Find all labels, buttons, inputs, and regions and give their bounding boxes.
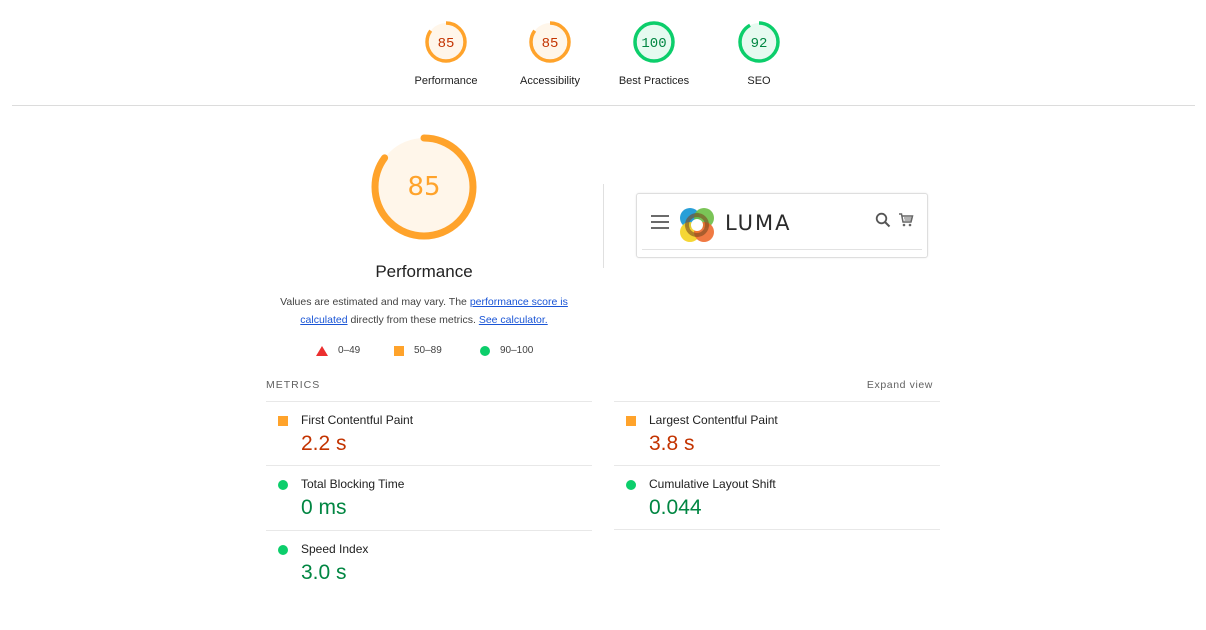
legend-pass: 90–100	[480, 345, 533, 356]
gauge-label: SEO	[747, 75, 771, 87]
category-scores-bar: 85 Performance 85 Accessibility 100 Best…	[0, 0, 1206, 105]
performance-score: 85	[407, 172, 440, 202]
header-underline	[642, 249, 922, 250]
metric-total-blocking-time: Total Blocking Time 0 ms	[266, 465, 592, 530]
metric-name: Largest Contentful Paint	[649, 413, 778, 427]
square-icon	[394, 345, 404, 356]
search-icon	[875, 212, 891, 228]
circle-icon	[278, 545, 288, 555]
square-icon	[626, 416, 636, 426]
gauge-label: Best Practices	[618, 75, 690, 87]
metric-speed-index: Speed Index 3.0 s	[266, 530, 592, 595]
see-calculator-link[interactable]: See calculator.	[479, 314, 548, 326]
metric-name: Total Blocking Time	[301, 477, 405, 491]
circle-icon	[278, 480, 288, 490]
metric-cumulative-layout-shift: Cumulative Layout Shift 0.044	[614, 465, 940, 530]
gauge-ring-best-practices: 100	[633, 21, 675, 63]
metric-value: 2.2 s	[301, 432, 347, 455]
metric-value: 0 ms	[301, 496, 347, 519]
gauge-best-practices[interactable]: 100 Best Practices	[609, 20, 699, 87]
desc-text: Values are estimated and may vary. The	[280, 296, 470, 308]
metrics-divider	[614, 529, 940, 530]
legend-range: 90–100	[500, 345, 534, 356]
metric-value: 3.8 s	[649, 432, 695, 455]
circle-icon	[626, 480, 636, 490]
page-screenshot-thumbnail[interactable]: LUMA	[636, 193, 928, 258]
gauge-score: 85	[542, 36, 559, 52]
gauge-score: 85	[438, 36, 455, 52]
metric-name: First Contentful Paint	[301, 413, 414, 427]
gauge-performance[interactable]: 85 Performance	[401, 20, 491, 87]
gauge-ring-accessibility: 85	[529, 21, 571, 63]
gauge-score: 92	[751, 36, 768, 52]
cart-icon	[899, 213, 914, 227]
expand-view-toggle[interactable]: Expand view	[820, 379, 933, 391]
gauge-score: 100	[641, 36, 666, 52]
performance-gauge-large: 85	[371, 134, 477, 240]
header-divider	[12, 105, 1195, 106]
performance-title: Performance	[375, 262, 473, 281]
metric-first-contentful-paint: First Contentful Paint 2.2 s	[266, 401, 592, 466]
metric-value: 3.0 s	[301, 561, 347, 584]
metric-name: Speed Index	[301, 542, 369, 556]
performance-description: Values are estimated and may vary. The p…	[270, 293, 578, 329]
gauge-accessibility[interactable]: 85 Accessibility	[505, 20, 595, 87]
legend-range: 0–49	[338, 345, 361, 356]
circle-icon	[480, 345, 490, 356]
luma-logo-icon	[680, 208, 714, 242]
legend-average: 50–89	[394, 345, 442, 356]
gauge-label: Performance	[414, 75, 478, 87]
hamburger-menu-icon	[651, 215, 669, 233]
desc-text: directly from these metrics.	[347, 314, 479, 326]
metric-largest-contentful-paint: Largest Contentful Paint 3.8 s	[614, 401, 940, 466]
vertical-divider	[603, 184, 604, 268]
square-icon	[278, 416, 288, 426]
gauge-ring-performance: 85	[425, 21, 467, 63]
metric-name: Cumulative Layout Shift	[649, 477, 776, 491]
legend-fail: 0–49	[316, 345, 360, 356]
metric-value: 0.044	[649, 496, 702, 519]
brand-name: LUMA	[725, 211, 792, 235]
gauge-ring-seo: 92	[738, 21, 780, 63]
gauge-label: Accessibility	[520, 75, 580, 87]
gauge-seo[interactable]: 92 SEO	[714, 20, 804, 87]
triangle-icon	[316, 345, 328, 356]
metrics-heading: METRICS	[266, 379, 321, 391]
legend-range: 50–89	[414, 345, 442, 356]
